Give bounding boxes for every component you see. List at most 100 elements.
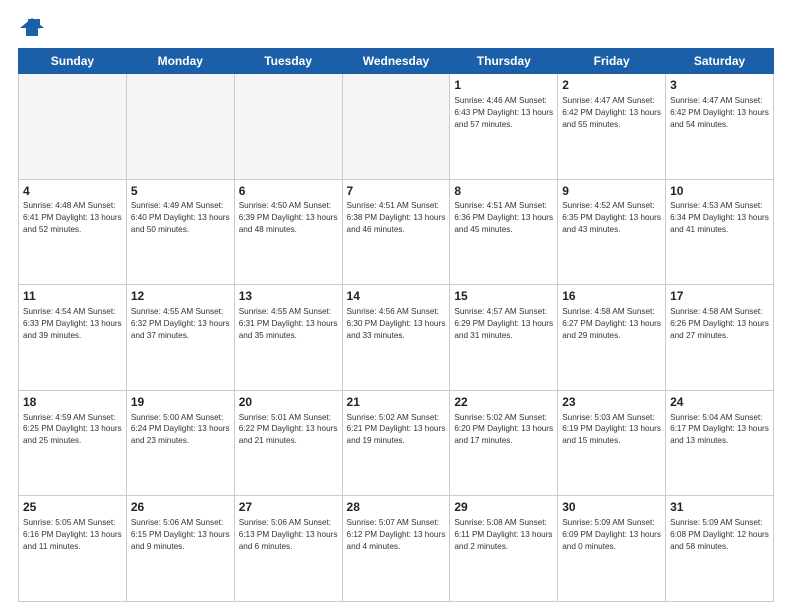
calendar-day-cell: 30Sunrise: 5:09 AM Sunset: 6:09 PM Dayli…	[558, 496, 666, 602]
calendar-day-cell	[234, 74, 342, 180]
day-number: 13	[239, 288, 338, 305]
day-info: Sunrise: 5:06 AM Sunset: 6:15 PM Dayligh…	[131, 517, 230, 553]
calendar-day-cell: 11Sunrise: 4:54 AM Sunset: 6:33 PM Dayli…	[19, 285, 127, 391]
calendar-week-row: 18Sunrise: 4:59 AM Sunset: 6:25 PM Dayli…	[19, 390, 774, 496]
calendar-day-cell: 5Sunrise: 4:49 AM Sunset: 6:40 PM Daylig…	[126, 179, 234, 285]
calendar-day-cell: 1Sunrise: 4:46 AM Sunset: 6:43 PM Daylig…	[450, 74, 558, 180]
day-number: 11	[23, 288, 122, 305]
day-info: Sunrise: 5:07 AM Sunset: 6:12 PM Dayligh…	[347, 517, 446, 553]
day-info: Sunrise: 4:58 AM Sunset: 6:27 PM Dayligh…	[562, 306, 661, 342]
day-info: Sunrise: 4:59 AM Sunset: 6:25 PM Dayligh…	[23, 412, 122, 448]
calendar-week-row: 11Sunrise: 4:54 AM Sunset: 6:33 PM Dayli…	[19, 285, 774, 391]
day-number: 2	[562, 77, 661, 94]
day-number: 4	[23, 183, 122, 200]
day-number: 9	[562, 183, 661, 200]
day-info: Sunrise: 4:47 AM Sunset: 6:42 PM Dayligh…	[670, 95, 769, 131]
calendar-day-cell: 10Sunrise: 4:53 AM Sunset: 6:34 PM Dayli…	[666, 179, 774, 285]
day-info: Sunrise: 4:56 AM Sunset: 6:30 PM Dayligh…	[347, 306, 446, 342]
calendar-table: SundayMondayTuesdayWednesdayThursdayFrid…	[18, 48, 774, 602]
day-info: Sunrise: 5:02 AM Sunset: 6:21 PM Dayligh…	[347, 412, 446, 448]
day-info: Sunrise: 4:48 AM Sunset: 6:41 PM Dayligh…	[23, 200, 122, 236]
day-number: 26	[131, 499, 230, 516]
day-info: Sunrise: 5:01 AM Sunset: 6:22 PM Dayligh…	[239, 412, 338, 448]
day-number: 7	[347, 183, 446, 200]
calendar-day-cell: 12Sunrise: 4:55 AM Sunset: 6:32 PM Dayli…	[126, 285, 234, 391]
day-info: Sunrise: 4:47 AM Sunset: 6:42 PM Dayligh…	[562, 95, 661, 131]
day-info: Sunrise: 5:02 AM Sunset: 6:20 PM Dayligh…	[454, 412, 553, 448]
calendar-week-row: 1Sunrise: 4:46 AM Sunset: 6:43 PM Daylig…	[19, 74, 774, 180]
calendar-day-cell: 17Sunrise: 4:58 AM Sunset: 6:26 PM Dayli…	[666, 285, 774, 391]
day-number: 5	[131, 183, 230, 200]
day-number: 28	[347, 499, 446, 516]
calendar-day-cell: 8Sunrise: 4:51 AM Sunset: 6:36 PM Daylig…	[450, 179, 558, 285]
calendar-day-cell: 6Sunrise: 4:50 AM Sunset: 6:39 PM Daylig…	[234, 179, 342, 285]
day-info: Sunrise: 4:53 AM Sunset: 6:34 PM Dayligh…	[670, 200, 769, 236]
day-of-week-header: Tuesday	[234, 49, 342, 74]
day-number: 3	[670, 77, 769, 94]
day-number: 31	[670, 499, 769, 516]
calendar-day-cell: 14Sunrise: 4:56 AM Sunset: 6:30 PM Dayli…	[342, 285, 450, 391]
calendar-day-cell: 13Sunrise: 4:55 AM Sunset: 6:31 PM Dayli…	[234, 285, 342, 391]
day-info: Sunrise: 4:51 AM Sunset: 6:36 PM Dayligh…	[454, 200, 553, 236]
day-of-week-header: Thursday	[450, 49, 558, 74]
calendar-day-cell	[126, 74, 234, 180]
day-info: Sunrise: 5:06 AM Sunset: 6:13 PM Dayligh…	[239, 517, 338, 553]
calendar-day-cell: 15Sunrise: 4:57 AM Sunset: 6:29 PM Dayli…	[450, 285, 558, 391]
calendar-day-cell	[342, 74, 450, 180]
calendar-day-cell: 25Sunrise: 5:05 AM Sunset: 6:16 PM Dayli…	[19, 496, 127, 602]
day-number: 15	[454, 288, 553, 305]
day-info: Sunrise: 4:49 AM Sunset: 6:40 PM Dayligh…	[131, 200, 230, 236]
day-number: 23	[562, 394, 661, 411]
calendar-day-cell: 7Sunrise: 4:51 AM Sunset: 6:38 PM Daylig…	[342, 179, 450, 285]
day-of-week-header: Friday	[558, 49, 666, 74]
day-number: 27	[239, 499, 338, 516]
day-number: 1	[454, 77, 553, 94]
calendar-day-cell: 18Sunrise: 4:59 AM Sunset: 6:25 PM Dayli…	[19, 390, 127, 496]
calendar-day-cell: 27Sunrise: 5:06 AM Sunset: 6:13 PM Dayli…	[234, 496, 342, 602]
calendar-day-cell: 29Sunrise: 5:08 AM Sunset: 6:11 PM Dayli…	[450, 496, 558, 602]
day-info: Sunrise: 4:55 AM Sunset: 6:32 PM Dayligh…	[131, 306, 230, 342]
day-info: Sunrise: 4:55 AM Sunset: 6:31 PM Dayligh…	[239, 306, 338, 342]
calendar-week-row: 4Sunrise: 4:48 AM Sunset: 6:41 PM Daylig…	[19, 179, 774, 285]
day-info: Sunrise: 4:50 AM Sunset: 6:39 PM Dayligh…	[239, 200, 338, 236]
day-number: 10	[670, 183, 769, 200]
day-number: 22	[454, 394, 553, 411]
day-number: 25	[23, 499, 122, 516]
calendar-header-row: SundayMondayTuesdayWednesdayThursdayFrid…	[19, 49, 774, 74]
calendar-day-cell: 28Sunrise: 5:07 AM Sunset: 6:12 PM Dayli…	[342, 496, 450, 602]
calendar-day-cell	[19, 74, 127, 180]
day-number: 21	[347, 394, 446, 411]
day-number: 24	[670, 394, 769, 411]
day-number: 30	[562, 499, 661, 516]
day-info: Sunrise: 4:54 AM Sunset: 6:33 PM Dayligh…	[23, 306, 122, 342]
day-number: 16	[562, 288, 661, 305]
day-info: Sunrise: 5:03 AM Sunset: 6:19 PM Dayligh…	[562, 412, 661, 448]
day-info: Sunrise: 4:46 AM Sunset: 6:43 PM Dayligh…	[454, 95, 553, 131]
calendar-day-cell: 4Sunrise: 4:48 AM Sunset: 6:41 PM Daylig…	[19, 179, 127, 285]
day-number: 8	[454, 183, 553, 200]
calendar-day-cell: 16Sunrise: 4:58 AM Sunset: 6:27 PM Dayli…	[558, 285, 666, 391]
day-of-week-header: Saturday	[666, 49, 774, 74]
day-number: 19	[131, 394, 230, 411]
day-number: 14	[347, 288, 446, 305]
day-of-week-header: Sunday	[19, 49, 127, 74]
page-header	[18, 16, 774, 38]
day-info: Sunrise: 4:52 AM Sunset: 6:35 PM Dayligh…	[562, 200, 661, 236]
calendar-day-cell: 21Sunrise: 5:02 AM Sunset: 6:21 PM Dayli…	[342, 390, 450, 496]
calendar-day-cell: 31Sunrise: 5:09 AM Sunset: 6:08 PM Dayli…	[666, 496, 774, 602]
calendar-day-cell: 19Sunrise: 5:00 AM Sunset: 6:24 PM Dayli…	[126, 390, 234, 496]
day-info: Sunrise: 5:00 AM Sunset: 6:24 PM Dayligh…	[131, 412, 230, 448]
calendar-day-cell: 22Sunrise: 5:02 AM Sunset: 6:20 PM Dayli…	[450, 390, 558, 496]
day-number: 6	[239, 183, 338, 200]
day-info: Sunrise: 4:51 AM Sunset: 6:38 PM Dayligh…	[347, 200, 446, 236]
day-info: Sunrise: 5:05 AM Sunset: 6:16 PM Dayligh…	[23, 517, 122, 553]
calendar-day-cell: 24Sunrise: 5:04 AM Sunset: 6:17 PM Dayli…	[666, 390, 774, 496]
calendar-day-cell: 26Sunrise: 5:06 AM Sunset: 6:15 PM Dayli…	[126, 496, 234, 602]
day-number: 12	[131, 288, 230, 305]
calendar-day-cell: 9Sunrise: 4:52 AM Sunset: 6:35 PM Daylig…	[558, 179, 666, 285]
day-number: 17	[670, 288, 769, 305]
day-number: 18	[23, 394, 122, 411]
logo	[18, 16, 50, 38]
day-of-week-header: Monday	[126, 49, 234, 74]
day-info: Sunrise: 4:58 AM Sunset: 6:26 PM Dayligh…	[670, 306, 769, 342]
